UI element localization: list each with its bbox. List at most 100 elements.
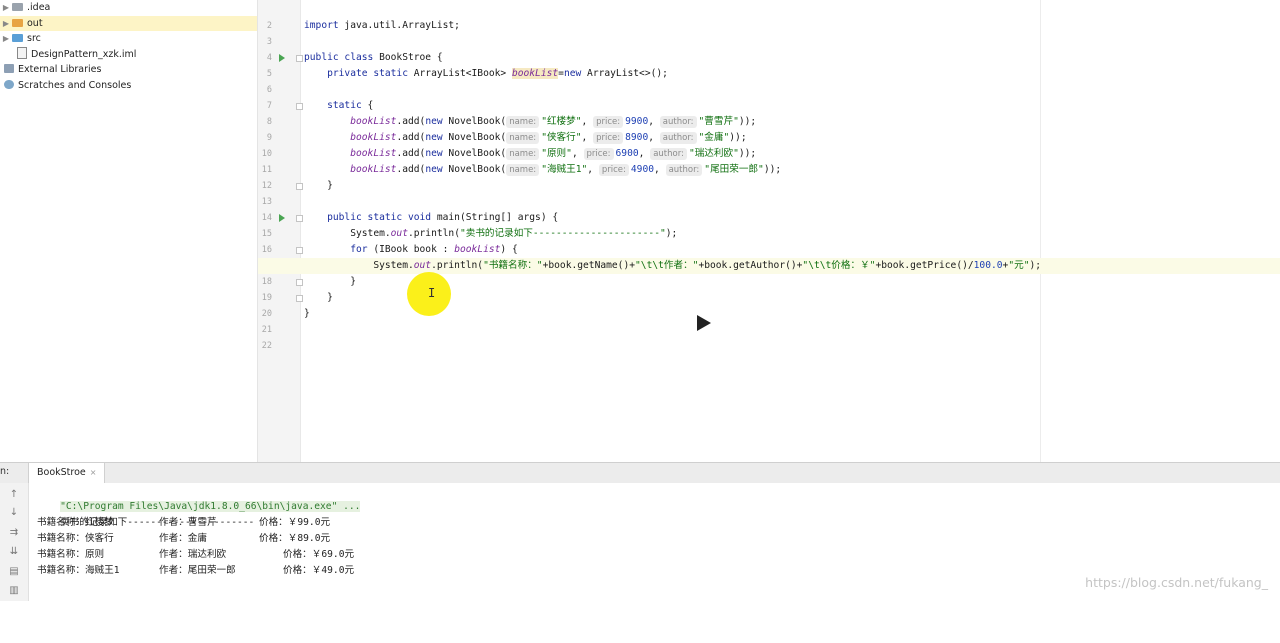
console-line: 书籍名称：红楼梦 作者：曹雪芹 价格：￥99.0元	[37, 515, 397, 531]
code-line[interactable]: 22	[258, 322, 1280, 351]
run-tool-window-header: n: BookStroe ×	[0, 462, 1280, 484]
tree-item-label: External Libraries	[18, 64, 102, 75]
fold-icon[interactable]	[296, 247, 303, 254]
tree-item-idea[interactable]: ▶ .idea	[0, 0, 257, 16]
book-name: 书籍名称：红楼梦	[37, 517, 114, 528]
library-icon	[4, 64, 14, 73]
console-line: 卖书的记录如下----------------------	[37, 499, 254, 528]
code-line[interactable]: 3 import java.util.ArrayList;	[258, 18, 1280, 47]
param-hint: name:	[506, 164, 540, 176]
code-line[interactable]: 11 bookList.add(new NovelBook(name: "原则",…	[258, 146, 1280, 175]
fold-icon[interactable]	[296, 295, 303, 302]
code-line[interactable]: 14	[258, 194, 1280, 223]
fold-icon[interactable]	[296, 55, 303, 62]
method-call: .add(	[396, 132, 426, 143]
code-line[interactable]: 2	[258, 2, 1280, 31]
constructor: ArrayList<>();	[581, 68, 668, 79]
fold-icon[interactable]	[296, 215, 303, 222]
string-literal: "\t\t作者："	[635, 260, 699, 271]
field-type: ArrayList<IBook>	[407, 68, 512, 79]
tab-bookstroe[interactable]: BookStroe ×	[28, 463, 106, 483]
brace: {	[361, 100, 374, 111]
static-field: bookList	[454, 244, 501, 255]
static-field: bookList	[511, 68, 559, 79]
number-literal: 8900	[625, 132, 649, 143]
loop-header: (IBook book :	[367, 244, 455, 255]
expression: +book.getPrice()/	[875, 260, 974, 271]
tree-item-external-libraries[interactable]: External Libraries	[0, 62, 257, 78]
run-triangle-icon[interactable]	[279, 214, 285, 222]
code-line[interactable]: 5 public class BookStroe {	[258, 50, 1280, 79]
param-hint: price:	[593, 116, 624, 128]
chevron-right-icon[interactable]: ▶	[0, 16, 12, 32]
keyword: public static void	[327, 212, 432, 223]
param-hint: price:	[598, 164, 629, 176]
keyword: public class	[304, 52, 374, 63]
string-literal: "\t\t价格：￥"	[802, 260, 876, 271]
watermark: https://blog.csdn.net/fukang_	[1085, 575, 1268, 590]
code-line[interactable]: 8 static {	[258, 98, 1280, 127]
folder-icon	[12, 18, 23, 27]
code-line-current[interactable]: 18 System.out.println("书籍名称："+book.getNa…	[258, 258, 1280, 287]
code-line[interactable]: 9 bookList.add(new NovelBook(name: "红楼梦",…	[258, 114, 1280, 143]
trash-icon[interactable]: ▥	[8, 585, 20, 597]
static-field: bookList	[350, 116, 397, 127]
code-line[interactable]: 15 public static void main(String[] args…	[258, 210, 1280, 239]
method-call: .add(	[396, 164, 426, 175]
soft-wrap-icon[interactable]: ⇉	[8, 527, 20, 539]
class-name: BookStroe {	[373, 52, 443, 63]
tree-item-src[interactable]: ▶ src	[0, 31, 257, 47]
play-icon[interactable]	[697, 315, 711, 331]
tree-item-out[interactable]: ▶ out	[0, 15, 257, 32]
folder-icon	[12, 3, 23, 11]
keyword: private static	[327, 68, 408, 79]
arrow-up-icon[interactable]: ↑	[8, 489, 20, 501]
static-field: bookList	[350, 148, 397, 159]
code-line[interactable]: 17 for (IBook book : bookList) {	[258, 242, 1280, 271]
number-literal: 100.0	[973, 260, 1003, 271]
code-line[interactable]: 7	[258, 82, 1280, 111]
code-line[interactable]: 10 bookList.add(new NovelBook(name: "侠客行"…	[258, 130, 1280, 159]
string-literal: "书籍名称："	[483, 260, 543, 271]
tab-label: BookStroe	[37, 467, 86, 478]
code-editor[interactable]: 2 3 import java.util.ArrayList; 4 5 publ…	[258, 0, 1280, 462]
param-hint: price:	[593, 132, 624, 144]
print-icon[interactable]: ▤	[8, 566, 20, 578]
tree-item-scratches[interactable]: Scratches and Consoles	[0, 78, 257, 94]
code-line[interactable]: 12 bookList.add(new NovelBook(name: "海贼王1…	[258, 162, 1280, 191]
code-line[interactable]: 6 private static ArrayList<IBook> bookLi…	[258, 66, 1280, 95]
chevron-right-icon[interactable]: ▶	[0, 0, 12, 16]
param-hint: author:	[659, 116, 697, 128]
fold-icon[interactable]	[296, 103, 303, 110]
fold-icon[interactable]	[296, 279, 303, 286]
text-cursor-icon: I	[428, 286, 436, 300]
string-literal: "原则"	[541, 148, 572, 159]
code-line[interactable]: 13 }	[258, 178, 1280, 207]
punctuation: );	[1029, 260, 1042, 271]
punctuation: );	[665, 228, 678, 239]
console-command-line: "C:\Program Files\Java\jdk1.8.0_66\bin\j…	[37, 483, 361, 512]
method-call: .add(	[396, 116, 426, 127]
book-name: 书籍名称：侠客行	[37, 533, 114, 544]
fold-icon[interactable]	[296, 183, 303, 190]
code-line[interactable]: 4	[258, 34, 1280, 63]
brace: }	[350, 276, 356, 287]
code-line[interactable]: 16 System.out.println("卖书的记录如下----------…	[258, 226, 1280, 255]
keyword: new	[425, 116, 443, 127]
param-hint: name:	[506, 116, 540, 128]
arrow-down-icon[interactable]: ↓	[8, 507, 20, 519]
number-literal: 9900	[625, 116, 649, 127]
static-field: bookList	[350, 164, 397, 175]
book-price: 价格：￥99.0元	[259, 517, 331, 528]
class-ref: System.	[373, 260, 414, 271]
string-literal: "瑞达利欧"	[688, 148, 739, 159]
code-line[interactable]: 21 }	[258, 306, 1280, 335]
tree-item-iml[interactable]: DesignPattern_xzk.iml	[0, 46, 257, 63]
run-triangle-icon[interactable]	[279, 54, 285, 62]
line-number: 22	[261, 341, 272, 351]
console-line: 书籍名称：海贼王1 作者：尾田荣一郎 价格：￥49.0元	[37, 563, 397, 579]
scroll-end-icon[interactable]: ⇊	[8, 546, 20, 558]
chevron-right-icon[interactable]: ▶	[0, 31, 12, 47]
close-icon[interactable]: ×	[90, 468, 97, 477]
static-field: out	[413, 260, 432, 271]
